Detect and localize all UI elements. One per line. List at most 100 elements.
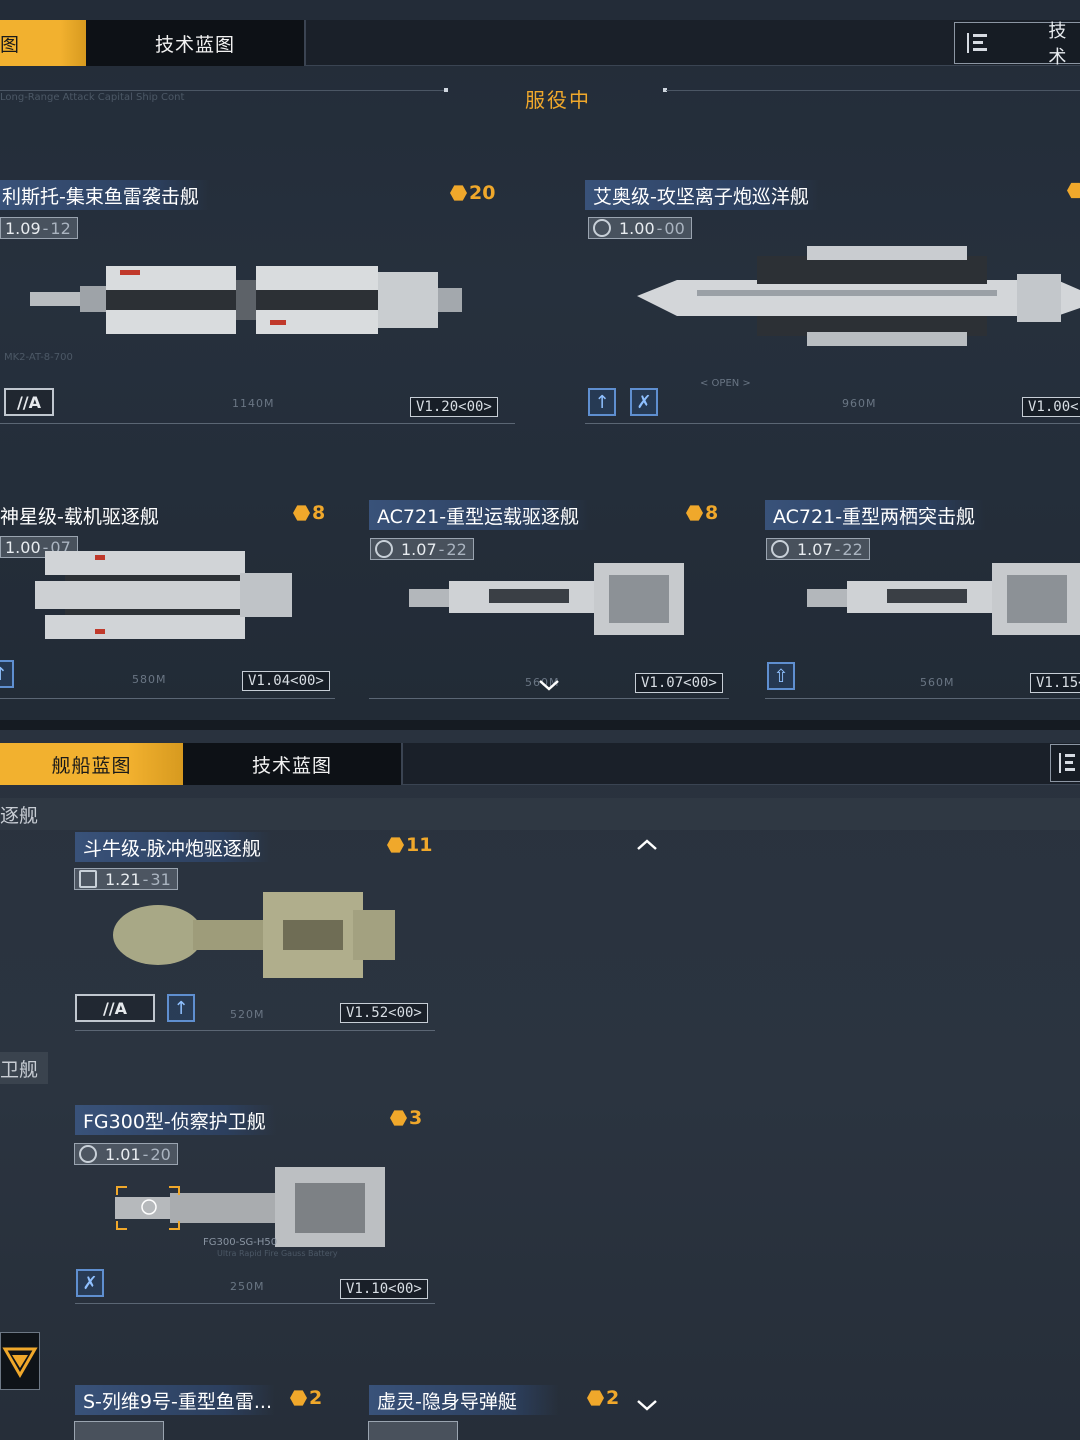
upgrade-arrow-icon: ↑ (0, 660, 14, 688)
chevron-up-icon[interactable] (636, 838, 658, 852)
ship-title: 艾奥级-攻坚离子炮巡洋舰 (585, 180, 819, 210)
ship-length: 250M (230, 1280, 265, 1293)
ship-version-label: V1.20<00> (410, 397, 498, 417)
ship-card-phantom[interactable]: 虚灵-隐身导弹艇 2 (368, 1385, 629, 1440)
launch-bay-icon: ⇧ (767, 662, 795, 690)
tab-tech-blueprint[interactable]: 技术蓝图 (86, 20, 306, 66)
cost-icon (450, 185, 467, 201)
header-line-right (666, 90, 1080, 91)
transport-destroyer-image (409, 563, 684, 635)
ship-title: S-列维9号-重型鱼雷... (75, 1385, 275, 1415)
carrier-destroyer-image (35, 551, 292, 639)
cost-value: 2 (606, 1387, 620, 1409)
armor-class-badge: //A (4, 388, 54, 416)
cost-icon (686, 505, 703, 521)
cost-value: 8 (312, 502, 326, 524)
card-baseline (369, 698, 729, 699)
bottom-tab-bar: 舰船蓝图 技术蓝图 (0, 743, 1080, 785)
top-tab-bar: 图 技术蓝图 技术 (0, 20, 1080, 68)
tab-tech-blueprint[interactable]: 技术蓝图 (183, 743, 403, 785)
ship-cost: 3 (390, 1107, 422, 1129)
category-label: 卫舰 (0, 1058, 39, 1081)
bottom-panel: 舰船蓝图 技术蓝图 逐舰 斗牛级-脉冲炮驱逐舰 11 1.21-31 //A ↑ (0, 730, 1080, 1440)
ship-cost: 2 (290, 1387, 322, 1409)
ship-version-label: V1.15< (1030, 673, 1080, 693)
ship-version-label: V1.07<00> (635, 673, 723, 693)
ship-title: FG300型-侦察护卫舰 (75, 1105, 276, 1135)
version-number: 1.00 (619, 218, 655, 238)
header-line-left (0, 90, 445, 91)
upgrade-arrow-icon: ↑ (588, 388, 616, 416)
globe-icon (79, 1145, 97, 1163)
version-sub: 00 (664, 218, 685, 238)
ship-title: AC721-重型运载驱逐舰 (369, 500, 590, 530)
fighter-icon: ✗ (630, 388, 658, 416)
ship-card-levi9[interactable]: S-列维9号-重型鱼雷... 2 (74, 1385, 335, 1440)
list-view-toggle[interactable]: 技术 (954, 21, 1080, 68)
ship-length: 580M (132, 673, 167, 686)
ship-card-2[interactable]: 艾奥级-攻坚离子炮巡洋舰 1.00-00 ↑ ✗ < OPEN > 960M V… (585, 180, 1080, 425)
card-baseline (585, 423, 1080, 424)
panel-divider (0, 720, 1080, 730)
ship-title: 利斯托-集束鱼雷袭击舰 (0, 180, 209, 210)
card-baseline (75, 1303, 435, 1304)
cost-icon (293, 505, 310, 521)
speed-icon (79, 870, 97, 888)
version-number: 1.01 (105, 1144, 141, 1164)
cost-value: 11 (406, 834, 433, 856)
ship-cost: 11 (387, 834, 432, 856)
ion-cruiser-image (637, 246, 1080, 346)
ship-title: AC721-重型两栖突击舰 (765, 500, 986, 530)
ship-cost: 8 (293, 502, 325, 524)
tab-ship-blueprint[interactable]: 舰船蓝图 (0, 743, 183, 785)
version-number: 1.09 (5, 218, 41, 238)
category-destroyer: 逐舰 (0, 798, 1080, 830)
list-icon (1059, 753, 1080, 773)
open-label: < OPEN > (700, 378, 751, 389)
globe-icon (771, 540, 789, 558)
ship-card-bullfight[interactable]: 斗牛级-脉冲炮驱逐舰 11 1.21-31 //A ↑ 520M V1.52<0… (74, 832, 435, 1032)
version-tag: 1.09-12 (0, 217, 78, 239)
list-view-toggle[interactable] (1050, 744, 1080, 782)
torpedo-ship-image (30, 266, 462, 334)
cost-icon (587, 1390, 604, 1406)
list-icon (967, 33, 987, 53)
cost-icon (290, 1390, 307, 1406)
cost-value: 20 (469, 182, 496, 204)
version-sub: 20 (150, 1144, 171, 1164)
ship-card-1[interactable]: 利斯托-集束鱼雷袭击舰 20 1.09-12 MK2-AT-8-700 //A … (0, 180, 515, 425)
category-emblem[interactable] (0, 1332, 40, 1390)
ship-title: 神星级-载机驱逐舰 (0, 505, 159, 528)
chevron-down-icon[interactable] (636, 1398, 658, 1412)
tab-label: 图 (0, 33, 21, 56)
chevron-down-icon[interactable] (538, 678, 560, 692)
ship-cost: 20 (450, 182, 495, 204)
ship-version-label: V1.52<00> (340, 1003, 428, 1023)
tab-ship-blueprint[interactable]: 图 (0, 20, 86, 66)
ship-length: 960M (842, 397, 877, 410)
upgrade-arrow-icon: ↑ (167, 994, 195, 1022)
version-tag (74, 1421, 164, 1440)
ship-cost (1067, 182, 1080, 199)
ship-card-5[interactable]: AC721-重型两栖突击舰 1.07-22 ⇧ 560M V1.15< (765, 500, 1080, 700)
category-frigate: 卫舰 (0, 1052, 48, 1084)
card-baseline (75, 1030, 435, 1031)
version-tag (368, 1421, 458, 1440)
faint-spec-text: Long-Range Attack Capital Ship Cont (0, 92, 185, 103)
globe-icon (375, 540, 393, 558)
cost-icon (390, 1110, 407, 1126)
ship-card-3[interactable]: 神星级-载机驱逐舰 8 1.00-07 ↑ 580M V1.04<00> (0, 500, 335, 700)
category-label: 逐舰 (0, 804, 39, 827)
ship-card-4[interactable]: AC721-重型运载驱逐舰 8 1.07-22 560M V1.07<00> (369, 500, 729, 700)
ship-length: 1140M (232, 397, 275, 410)
ship-cost: 2 (587, 1387, 619, 1409)
ship-card-fg300[interactable]: FG300型-侦察护卫舰 3 1.01-20 FG300-SG-H50 Ultr… (74, 1105, 435, 1305)
pulse-destroyer-image (113, 892, 395, 978)
spec-code: MK2-AT-8-700 (4, 352, 73, 363)
rank-emblem-icon (2, 1347, 38, 1379)
cost-icon (1067, 182, 1080, 199)
ship-title: 斗牛级-脉冲炮驱逐舰 (75, 832, 271, 862)
line-dot (444, 88, 448, 92)
faction-icon (593, 219, 611, 237)
ship-version-label: V1.00< (1022, 397, 1080, 417)
